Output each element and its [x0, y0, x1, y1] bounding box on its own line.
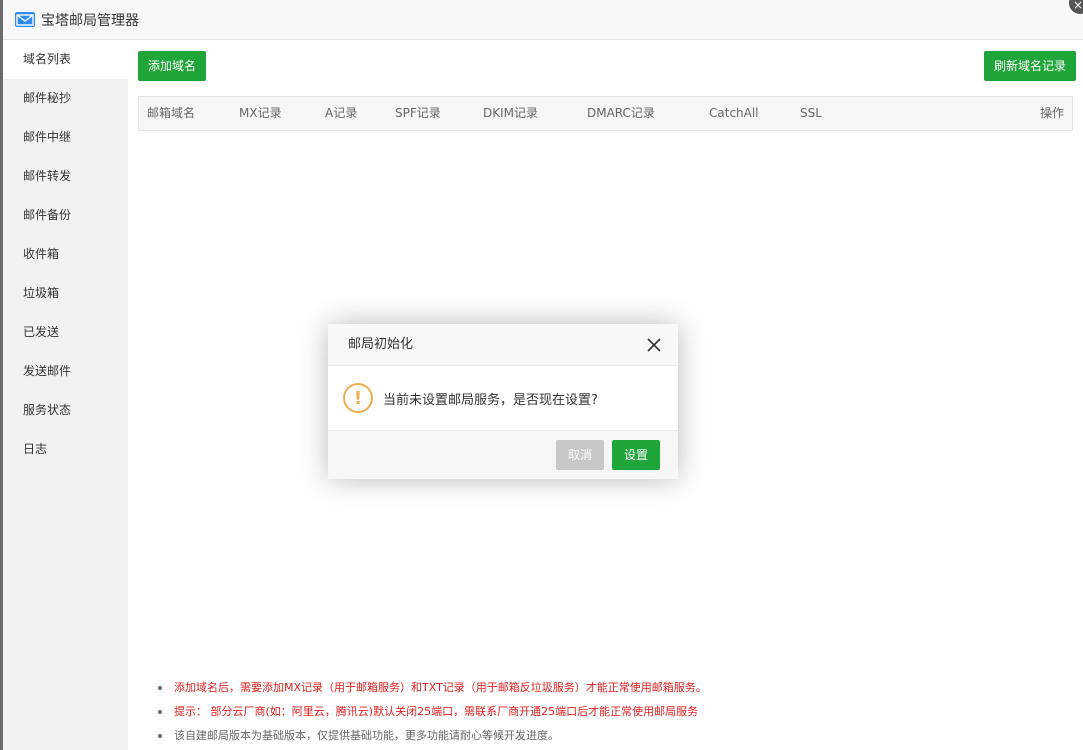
sidebar-item-service-status[interactable]: 服务状态: [3, 391, 128, 430]
sidebar-item-logs[interactable]: 日志: [3, 430, 128, 469]
sidebar-item-inbox[interactable]: 收件箱: [3, 235, 128, 274]
sidebar-item-sent[interactable]: 已发送: [3, 313, 128, 352]
sidebar-item-mail-backup[interactable]: 邮件备份: [3, 196, 128, 235]
column-header-a: A记录: [325, 106, 358, 120]
column-header-catchall: CatchAll: [709, 106, 759, 120]
sidebar-item-spam[interactable]: 垃圾箱: [3, 274, 128, 313]
dialog-title: 邮局初始化: [348, 337, 414, 352]
dialog-body: ! 当前未设置邮局服务，是否现在设置?: [328, 366, 678, 430]
column-header-dkim: DKIM记录: [483, 106, 539, 120]
column-header-domain: 邮箱域名: [147, 106, 196, 120]
dialog-message: 当前未设置邮局服务，是否现在设置?: [383, 392, 598, 408]
dialog-header: 邮局初始化: [328, 324, 678, 366]
note-item: 添加域名后，需要添加MX记录（用于邮箱服务）和TXT记录（用于邮箱反垃圾服务）才…: [158, 676, 1058, 700]
app-title: 宝塔邮局管理器: [41, 12, 139, 29]
sidebar: 域名列表 邮件秘抄 邮件中继 邮件转发 邮件备份 收件箱 垃圾箱 已发送 发送邮…: [3, 40, 128, 750]
sidebar-item-mail-bcc[interactable]: 邮件秘抄: [3, 79, 128, 118]
cancel-button[interactable]: 取消: [555, 440, 604, 470]
sidebar-item-mail-forward[interactable]: 邮件转发: [3, 157, 128, 196]
column-header-spf: SPF记录: [395, 106, 441, 120]
column-header-dmarc: DMARC记录: [587, 106, 655, 120]
sidebar-item-domain-list[interactable]: 域名列表: [3, 40, 128, 79]
notes-list: 添加域名后，需要添加MX记录（用于邮箱服务）和TXT记录（用于邮箱反垃圾服务）才…: [158, 676, 1058, 748]
confirm-setup-button[interactable]: 设置: [611, 440, 660, 470]
refresh-domain-records-button[interactable]: 刷新域名记录: [983, 51, 1076, 81]
mail-icon: [15, 12, 35, 27]
note-item: 提示： 部分云厂商(如：阿里云，腾讯云)默认关闭25端口，需联系厂商开通25端口…: [158, 700, 1058, 724]
close-icon[interactable]: [646, 337, 662, 353]
sidebar-item-mail-relay[interactable]: 邮件中继: [3, 118, 128, 157]
init-dialog: 邮局初始化 ! 当前未设置邮局服务，是否现在设置? 取消 设置: [328, 324, 678, 479]
warning-icon: !: [343, 383, 373, 413]
note-item: 该自建邮局版本为基础版本，仅提供基础功能，更多功能请耐心等候开发进度。: [158, 724, 1058, 748]
domain-table-header: 邮箱域名 MX记录 A记录 SPF记录 DKIM记录 DMARC记录 Catch…: [138, 96, 1073, 131]
column-header-mx: MX记录: [239, 106, 282, 120]
add-domain-button[interactable]: 添加域名: [138, 51, 207, 81]
titlebar: 宝塔邮局管理器: [3, 0, 1083, 40]
column-header-actions: 操作: [1039, 106, 1064, 120]
column-header-ssl: SSL: [800, 106, 822, 120]
sidebar-item-send-mail[interactable]: 发送邮件: [3, 352, 128, 391]
dialog-footer: 取消 设置: [328, 430, 678, 479]
